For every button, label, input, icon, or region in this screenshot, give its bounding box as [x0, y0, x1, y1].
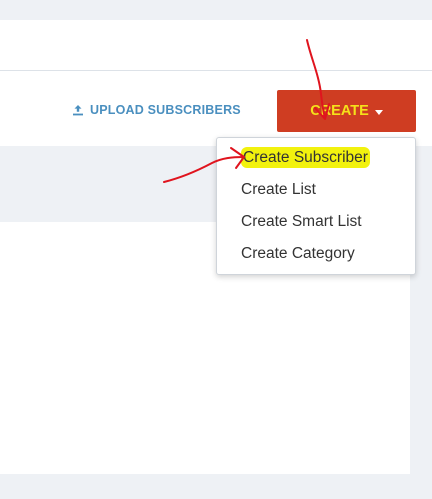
- create-button-label: CREATE: [310, 103, 369, 119]
- bottom-strip: [0, 474, 432, 499]
- top-strip: [0, 0, 432, 20]
- upload-icon: [72, 104, 84, 116]
- upload-subscribers-label: UPLOAD SUBSCRIBERS: [90, 103, 241, 117]
- header-bar: [0, 20, 432, 70]
- menu-item-create-list[interactable]: Create List: [217, 174, 415, 206]
- create-button[interactable]: CREATE: [277, 90, 416, 132]
- menu-item-label: Create List: [241, 181, 316, 198]
- upload-subscribers-link[interactable]: UPLOAD SUBSCRIBERS: [72, 100, 241, 120]
- menu-item-label: Create Subscriber: [241, 147, 370, 168]
- caret-down-icon: [374, 109, 383, 115]
- menu-item-create-smart-list[interactable]: Create Smart List: [217, 206, 415, 238]
- create-dropdown-menu: Create Subscriber Create List Create Sma…: [216, 137, 416, 275]
- menu-item-create-category[interactable]: Create Category: [217, 238, 415, 270]
- menu-item-label: Create Category: [241, 245, 355, 262]
- menu-item-label: Create Smart List: [241, 213, 362, 230]
- menu-item-create-subscriber[interactable]: Create Subscriber: [217, 142, 415, 174]
